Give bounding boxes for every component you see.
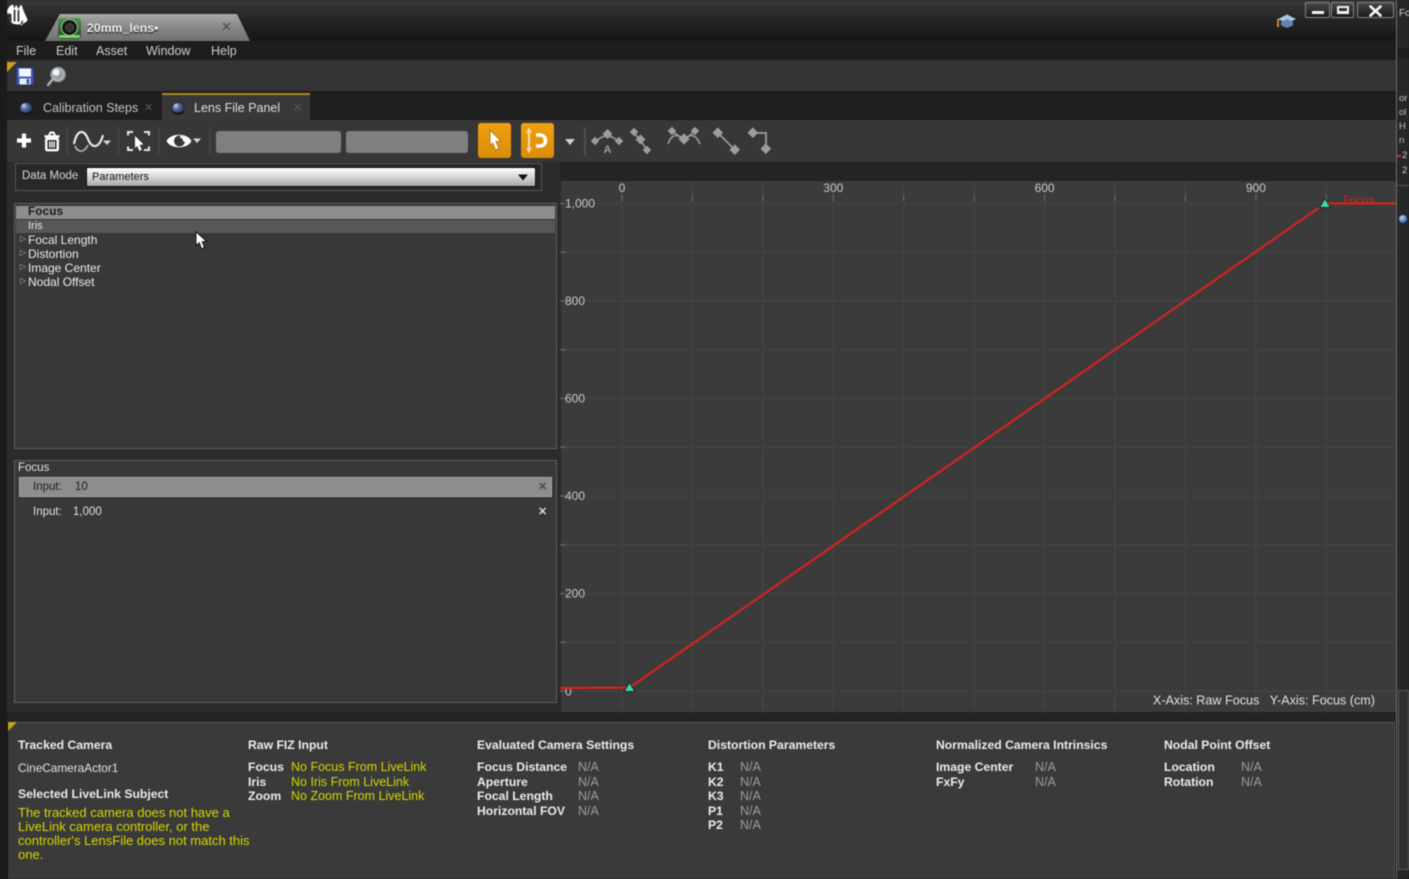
svg-text:Focus: Focus [1343,195,1375,207]
svg-text:A: A [604,144,612,156]
svg-text:0: 0 [565,685,572,699]
svg-text:1,000: 1,000 [565,197,595,211]
svg-text:X-Axis: Raw Focus Y-Axis: Fo: X-Axis: Raw Focus Y-Axis: Focus (cm) [1153,694,1375,708]
svg-text:300: 300 [823,181,843,195]
svg-text:800: 800 [565,294,585,308]
svg-text:600: 600 [565,392,585,406]
svg-text:900: 900 [1246,181,1266,195]
svg-text:400: 400 [565,489,585,503]
svg-text:0: 0 [619,181,626,195]
svg-text:600: 600 [1035,181,1055,195]
svg-text:200: 200 [565,587,585,601]
